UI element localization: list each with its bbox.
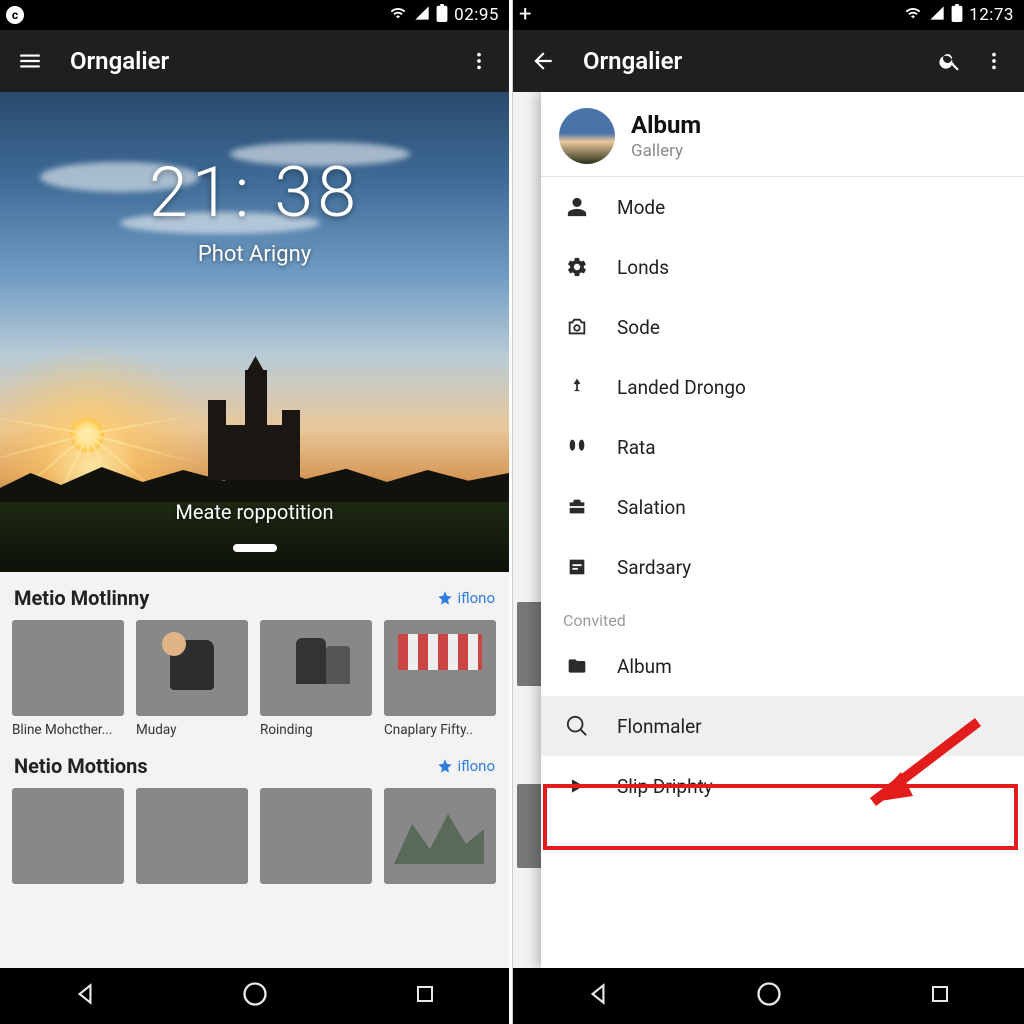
nav-home-icon[interactable] xyxy=(755,980,783,1012)
status-clock: 12:73 xyxy=(969,5,1014,25)
status-leading-icon: c xyxy=(6,6,24,24)
menu-item-label: Salation xyxy=(617,496,686,519)
thumb-1-3[interactable]: Roinding xyxy=(260,620,372,738)
thumb-2-4[interactable] xyxy=(384,788,496,884)
cell-signal-icon xyxy=(414,5,430,25)
navigation-drawer: Album Gallery Mode Londs Sode xyxy=(541,92,1024,968)
menu-item-label: Sode xyxy=(617,316,660,339)
menu-item-salation[interactable]: Salation xyxy=(541,477,1024,537)
menu-item-label: Album xyxy=(617,655,672,678)
hero-wallpaper[interactable]: 21: 38 Phot Arigny Meate roppotition xyxy=(0,92,509,572)
menu-group-label: Convited xyxy=(541,597,1024,636)
app-title: Orngalier xyxy=(70,47,457,75)
status-leading-plus-icon: + xyxy=(519,4,531,26)
right-screenshot: + 12:73 Orngalier xyxy=(512,0,1024,1024)
drawer-title: Album xyxy=(631,111,701,139)
menu-item-label: Londs xyxy=(617,256,669,279)
menu-item-label: Mode xyxy=(617,196,665,219)
overflow-menu-icon[interactable] xyxy=(457,39,501,83)
magnifier-icon xyxy=(563,712,591,740)
wifi-icon xyxy=(388,5,408,25)
search-icon[interactable] xyxy=(928,39,972,83)
wifi-icon xyxy=(903,5,923,25)
section-1-more-label: iflono xyxy=(457,589,495,607)
battery-icon xyxy=(951,4,963,26)
section-1: Metio Motlinny iflono Bline Mohcther... … xyxy=(0,572,509,740)
status-bar: + 12:73 xyxy=(513,0,1024,30)
menu-item-sode[interactable]: Sode xyxy=(541,297,1024,357)
battery-icon xyxy=(436,4,448,26)
thumb-1-2-caption: Muday xyxy=(136,722,248,738)
system-nav-bar xyxy=(513,968,1024,1024)
hero-subtitle: Phot Arigny xyxy=(0,242,509,267)
left-screenshot: c 02:95 Orngalier xyxy=(0,0,512,1024)
menu-item-sardzary[interactable]: Sardзary xyxy=(541,537,1024,597)
app-title: Orngalier xyxy=(583,47,928,75)
camera-icon xyxy=(563,313,591,341)
menu-item-flonmaler[interactable]: Flonmaler xyxy=(541,696,1024,756)
system-nav-bar xyxy=(0,968,509,1024)
section-2-title: Netio Mottions xyxy=(14,754,148,778)
nav-home-icon[interactable] xyxy=(241,980,269,1012)
menu-item-rata[interactable]: Rata xyxy=(541,417,1024,477)
thumb-1-2[interactable]: Muday xyxy=(136,620,248,738)
section-1-more-link[interactable]: iflono xyxy=(437,589,495,607)
thumb-1-4-caption: Cnaplary Fifty.. xyxy=(384,722,496,738)
menu-item-label: Sardзary xyxy=(617,556,691,579)
status-clock: 02:95 xyxy=(454,5,499,25)
hero-page-indicator[interactable] xyxy=(233,544,277,552)
back-arrow-icon[interactable] xyxy=(521,39,565,83)
menu-item-slip-driphty[interactable]: Slip Driphty xyxy=(541,756,1024,816)
briefcase-icon xyxy=(563,493,591,521)
drawer-avatar xyxy=(559,108,615,164)
thumb-1-1[interactable]: Bline Mohcther... xyxy=(12,620,124,738)
hero-caption: Meate roppotition xyxy=(0,500,509,524)
play-icon xyxy=(563,772,591,800)
nav-back-icon[interactable] xyxy=(72,981,98,1011)
hamburger-menu-icon[interactable] xyxy=(8,39,52,83)
star-icon xyxy=(437,758,453,774)
thumb-1-4[interactable]: Cnaplary Fifty.. xyxy=(384,620,496,738)
menu-item-label: Landed Drongo xyxy=(617,376,746,399)
star-icon xyxy=(437,590,453,606)
thumb-2-1[interactable] xyxy=(12,788,124,884)
slider-icon xyxy=(563,553,591,581)
folder-icon xyxy=(563,652,591,680)
app-bar: Orngalier xyxy=(513,30,1024,92)
menu-item-mode[interactable]: Mode xyxy=(541,177,1024,237)
hands-icon xyxy=(563,433,591,461)
thumb-2-2[interactable] xyxy=(136,788,248,884)
gear-icon xyxy=(563,253,591,281)
section-1-title: Metio Motlinny xyxy=(14,586,149,610)
menu-item-label: Flonmaler xyxy=(617,715,702,738)
section-2-more-label: iflono xyxy=(457,757,495,775)
cell-signal-icon xyxy=(929,5,945,25)
menu-item-label: Rata xyxy=(617,436,656,459)
drawer-header[interactable]: Album Gallery xyxy=(541,92,1024,177)
menu-item-landed-drongo[interactable]: Landed Drongo xyxy=(541,357,1024,417)
menu-item-label: Slip Driphty xyxy=(617,775,713,798)
pin-icon xyxy=(563,373,591,401)
section-2-more-link[interactable]: iflono xyxy=(437,757,495,775)
app-bar: Orngalier xyxy=(0,30,509,92)
person-icon xyxy=(563,193,591,221)
thumb-1-1-caption: Bline Mohcther... xyxy=(12,722,124,738)
menu-item-album[interactable]: Album xyxy=(541,636,1024,696)
hero-clock: 21: 38 xyxy=(0,152,509,234)
section-2: Netio Mottions iflono xyxy=(0,740,509,886)
overflow-menu-icon[interactable] xyxy=(972,39,1016,83)
status-bar: c 02:95 xyxy=(0,0,509,30)
drawer-subtitle: Gallery xyxy=(631,141,701,161)
thumb-2-3[interactable] xyxy=(260,788,372,884)
menu-item-londs[interactable]: Londs xyxy=(541,237,1024,297)
nav-back-icon[interactable] xyxy=(585,981,611,1011)
nav-recent-icon[interactable] xyxy=(928,982,952,1010)
nav-recent-icon[interactable] xyxy=(413,982,437,1010)
thumb-1-3-caption: Roinding xyxy=(260,722,372,738)
